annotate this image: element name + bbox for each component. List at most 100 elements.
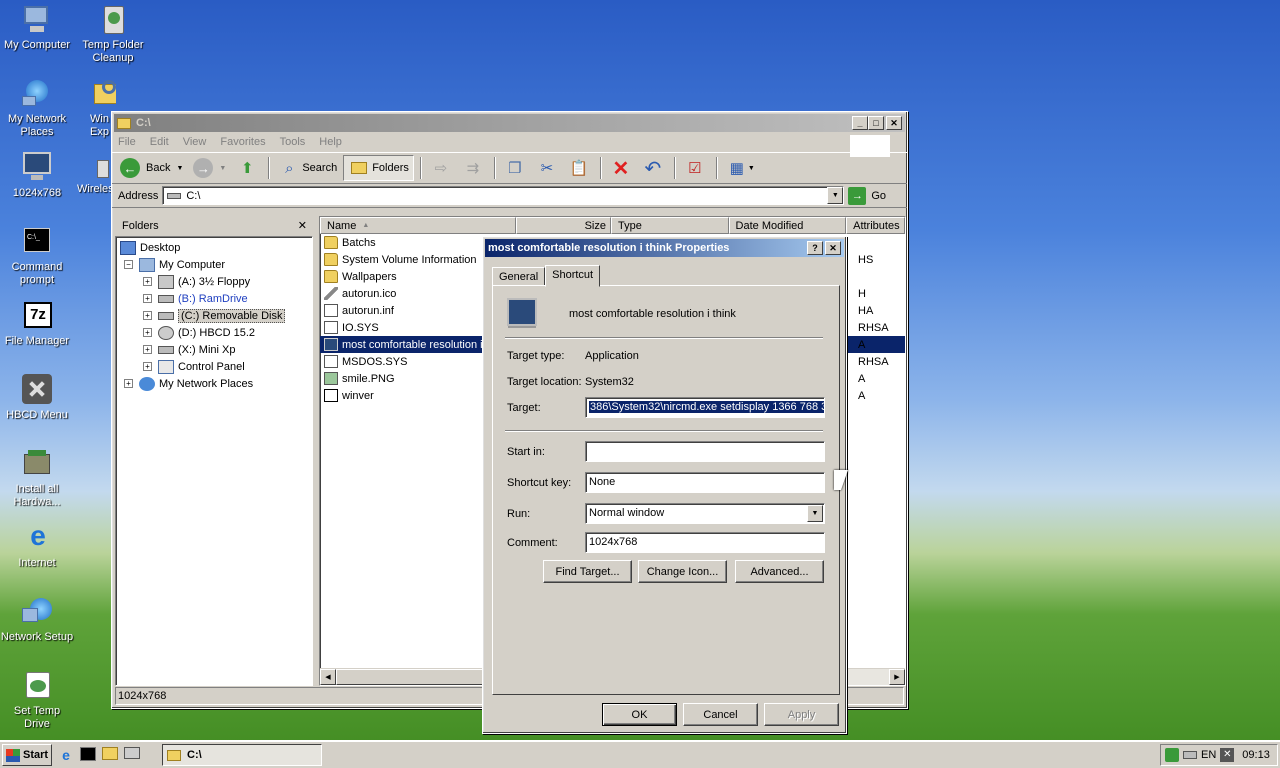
undo-button[interactable]: ↶ <box>638 155 668 181</box>
menu-file[interactable]: File <box>118 136 136 148</box>
column-name[interactable]: Name ▲ <box>320 217 516 234</box>
properties-dialog[interactable]: most comfortable resolution i think Prop… <box>482 236 847 734</box>
tree-item-ramdrive[interactable]: + (B:) RamDrive <box>120 290 312 307</box>
taskbar-button-explorer[interactable]: C:\ <box>162 744 322 766</box>
desktop-icon-1024x768[interactable]: 1024x768 <box>0 152 74 200</box>
dialog-close-button[interactable]: ✕ <box>825 241 841 255</box>
expand-icon[interactable]: + <box>143 345 152 354</box>
address-input[interactable]: C:\ ▼ <box>162 186 845 205</box>
find-target-button[interactable]: Find Target... <box>543 560 632 583</box>
folders-button[interactable]: Folders <box>343 155 414 181</box>
menu-edit[interactable]: Edit <box>150 136 169 148</box>
maximize-button[interactable]: □ <box>868 116 884 130</box>
address-dropdown-button[interactable]: ▼ <box>827 187 844 204</box>
column-attributes[interactable]: Attributes <box>846 217 905 234</box>
forward-button[interactable]: → ▼ <box>189 155 230 181</box>
desktop-icon-file-manager[interactable]: 7z File Manager <box>0 300 74 348</box>
tree-item-hbcd[interactable]: + (D:) HBCD 15.2 <box>120 324 312 341</box>
desktop-icon-hbcd-menu[interactable]: HBCD Menu <box>0 374 74 422</box>
move-to-button[interactable]: ⇨ <box>426 155 456 181</box>
tools-tray-icon[interactable]: ✕ <box>1220 748 1235 762</box>
ie-quicklaunch-icon[interactable]: e <box>58 747 74 763</box>
tree-item-removable-disk[interactable]: + (C:) Removable Disk <box>120 307 312 324</box>
folder-tree[interactable]: Desktop − My Computer + (A:) 3½ Floppy + (B… <box>115 236 313 686</box>
paste-button[interactable]: 📋 <box>564 155 594 181</box>
desktop-icon-internet[interactable]: e Internet <box>0 522 74 570</box>
language-indicator[interactable]: EN <box>1201 749 1216 761</box>
dialog-title-bar[interactable]: most comfortable resolution i think Prop… <box>485 239 844 257</box>
change-icon-button[interactable]: Change Icon... <box>638 560 727 583</box>
close-button[interactable]: ✕ <box>886 116 902 130</box>
explorer-title-bar[interactable]: C:\ _ □ ✕ <box>114 114 905 132</box>
cmd-quicklaunch-icon[interactable] <box>80 747 96 761</box>
cancel-button[interactable]: Cancel <box>683 703 758 726</box>
desktop-icon-my-computer[interactable]: My Computer <box>0 4 74 52</box>
run-select[interactable]: Normal window ▼ <box>585 503 825 524</box>
address-label: Address <box>118 189 159 202</box>
network-tray-icon[interactable] <box>1165 748 1179 762</box>
expand-icon[interactable]: + <box>143 294 152 303</box>
collapse-icon[interactable]: − <box>124 260 133 269</box>
column-date-modified[interactable]: Date Modified <box>728 217 847 234</box>
expand-icon[interactable]: + <box>124 379 133 388</box>
toolbar-separator <box>268 157 271 179</box>
help-button[interactable]: ? <box>807 241 823 255</box>
column-size[interactable]: Size <box>515 217 611 234</box>
tree-item-desktop[interactable]: Desktop <box>120 239 312 256</box>
expand-icon[interactable]: + <box>143 362 152 371</box>
desktop-icon-set-temp-drive[interactable]: Set Temp Drive <box>0 670 74 731</box>
tab-shortcut[interactable]: Shortcut <box>545 265 601 287</box>
start-in-input[interactable] <box>585 441 825 462</box>
expand-icon[interactable]: + <box>143 328 152 337</box>
tab-general[interactable]: General <box>492 267 546 286</box>
copy-to-button[interactable]: ⇉ <box>458 155 488 181</box>
tree-item-mini-xp[interactable]: + (X:) Mini Xp <box>120 341 312 358</box>
scroll-right-button[interactable]: ▶ <box>889 669 905 685</box>
cut-button[interactable]: ✂ <box>532 155 562 181</box>
tree-item-network-places[interactable]: + My Network Places <box>120 375 312 392</box>
safely-remove-tray-icon[interactable] <box>1183 751 1197 759</box>
column-type[interactable]: Type <box>610 217 729 234</box>
tree-item-control-panel[interactable]: + Control Panel <box>120 358 312 375</box>
drive-quicklaunch-icon[interactable] <box>124 747 140 759</box>
tree-item-my-computer[interactable]: − My Computer <box>120 256 312 273</box>
folders-pane-close-icon[interactable]: ✕ <box>298 219 307 232</box>
desktop-icon-wireless[interactable]: Wireles <box>76 160 112 196</box>
minimize-button[interactable]: _ <box>852 116 868 130</box>
hbcd-tools-icon <box>20 374 54 406</box>
properties-button[interactable]: ☑ <box>680 155 710 181</box>
target-input[interactable]: 386\System32\nircmd.exe setdisplay 1366 … <box>585 397 825 418</box>
desktop-icon-command-prompt[interactable]: C:\_ Command prompt <box>0 226 74 287</box>
apply-button[interactable]: Apply <box>764 703 839 726</box>
explorer-quicklaunch-icon[interactable] <box>102 747 118 760</box>
copy-button[interactable]: ❐ <box>500 155 530 181</box>
desktop-icon-label: My Computer <box>3 39 71 51</box>
scroll-left-button[interactable]: ◀ <box>320 669 336 685</box>
search-button[interactable]: ⌕ Search <box>274 155 341 181</box>
run-dropdown-button[interactable]: ▼ <box>807 505 823 522</box>
tree-item-floppy[interactable]: + (A:) 3½ Floppy <box>120 273 312 290</box>
desktop-icon-temp-folder-cleanup[interactable]: Temp Folder Cleanup <box>76 4 150 65</box>
up-folder-button[interactable]: ⬆ <box>232 155 262 181</box>
desktop-icon-my-network-places[interactable]: My Network Places <box>0 78 74 139</box>
back-button[interactable]: ← Back ▼ <box>116 155 187 181</box>
comment-input[interactable]: 1024x768 <box>585 532 825 553</box>
go-button[interactable]: → Go <box>848 186 886 205</box>
desktop-icon-network-setup[interactable]: Network Setup <box>0 596 74 644</box>
menu-tools[interactable]: Tools <box>280 136 306 148</box>
desktop-icon-windows-explorer[interactable]: Win Exp <box>76 78 116 139</box>
clock[interactable]: 09:13 <box>1242 749 1270 761</box>
expand-icon[interactable]: + <box>143 311 152 320</box>
advanced-button[interactable]: Advanced... <box>735 560 824 583</box>
ok-button[interactable]: OK <box>602 703 677 726</box>
expand-icon[interactable]: + <box>143 277 152 286</box>
desktop-icon-install-hardware[interactable]: Install all Hardwa... <box>0 448 74 509</box>
start-button[interactable]: Start <box>2 744 52 766</box>
shortcut-key-input[interactable]: None <box>585 472 825 493</box>
menu-help[interactable]: Help <box>319 136 342 148</box>
delete-button[interactable]: ✕ <box>606 155 636 181</box>
views-button[interactable]: ▦ ▼ <box>722 155 759 181</box>
menu-favorites[interactable]: Favorites <box>220 136 265 148</box>
menu-view[interactable]: View <box>183 136 207 148</box>
windows-logo-box <box>850 135 890 157</box>
